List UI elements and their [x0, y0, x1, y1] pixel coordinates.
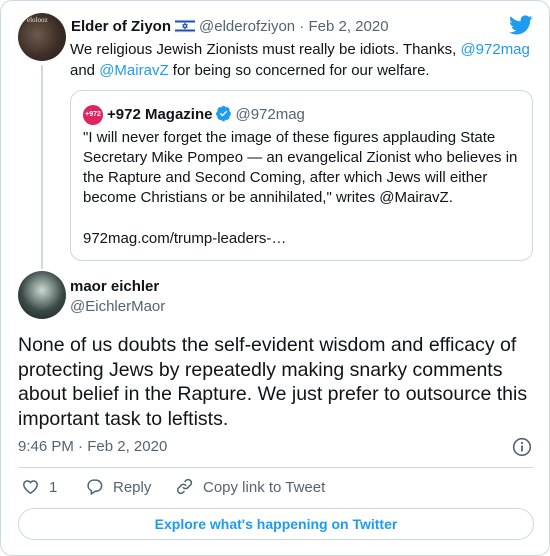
copy-link-label: Copy link to Tweet [203, 479, 326, 496]
mention-972mag-link[interactable]: @972mag [460, 41, 529, 58]
tweet-timestamp[interactable]: 9:46 PM · Feb 2, 2020 [18, 437, 167, 457]
parent-avatar[interactable]: elolooz [18, 13, 66, 61]
like-button[interactable]: 1 [21, 477, 57, 499]
dot-separator: · [78, 438, 84, 455]
main-author-name[interactable]: maor eichler [70, 277, 159, 297]
parent-text-part1: We religious Jewish Zionists must really… [70, 41, 461, 58]
tweet-date: Feb 2, 2020 [87, 438, 168, 455]
dot-separator: · [299, 18, 305, 35]
twitter-bird-icon[interactable] [509, 15, 533, 37]
quoted-tweet-text: "I will never forget the image of these … [83, 129, 518, 206]
quoted-author-handle: @972mag [235, 106, 305, 123]
like-count: 1 [49, 479, 58, 496]
parent-tweet-header: Elder of Ziyon @elderofziyon · Feb 2, 20… [71, 17, 389, 37]
reply-button[interactable]: Reply [85, 477, 151, 499]
mention-mairavz-link[interactable]: @MairavZ [99, 62, 168, 79]
quoted-tweet[interactable]: +972 +972 Magazine @972mag "I will never… [70, 90, 533, 261]
quoted-article-link[interactable]: 972mag.com/trump-leaders-… [83, 229, 286, 249]
parent-tweet-text: We religious Jewish Zionists must really… [70, 39, 530, 81]
972-magazine-logo: +972 [83, 105, 103, 125]
main-tweet-text: None of us doubts the self-evident wisdo… [18, 334, 528, 430]
reply-label: Reply [113, 479, 152, 496]
thread-connector-line [41, 65, 43, 269]
copy-link-button[interactable]: Copy link to Tweet [175, 477, 325, 499]
verified-badge-icon [216, 105, 232, 122]
explore-twitter-button[interactable]: Explore what's happening on Twitter [18, 508, 534, 540]
tweet-time: 9:46 PM [18, 438, 74, 455]
embedded-tweet-card: elolooz Elder of Ziyon @elderofziyon · F… [0, 0, 550, 556]
main-author-avatar[interactable] [18, 271, 66, 319]
quoted-tweet-header: +972 Magazine @972mag [107, 105, 305, 125]
reply-bubble-icon [87, 479, 103, 495]
parent-text-part2: and [70, 62, 100, 79]
israel-flag-icon [175, 19, 196, 33]
info-icon[interactable] [512, 437, 532, 457]
link-icon [176, 478, 193, 495]
parent-author-name[interactable]: Elder of Ziyon [71, 18, 171, 35]
parent-author-handle[interactable]: @elderofziyon [199, 18, 295, 35]
divider [18, 467, 534, 468]
parent-tweet-date[interactable]: Feb 2, 2020 [308, 18, 388, 35]
heart-icon [23, 480, 38, 495]
main-author-handle[interactable]: @EichlerMaor [70, 297, 165, 317]
parent-text-part3: for being so concerned for our welfare. [168, 62, 430, 79]
quoted-author-name: +972 Magazine [107, 106, 213, 123]
avatar-image-text: elolooz [27, 16, 48, 24]
